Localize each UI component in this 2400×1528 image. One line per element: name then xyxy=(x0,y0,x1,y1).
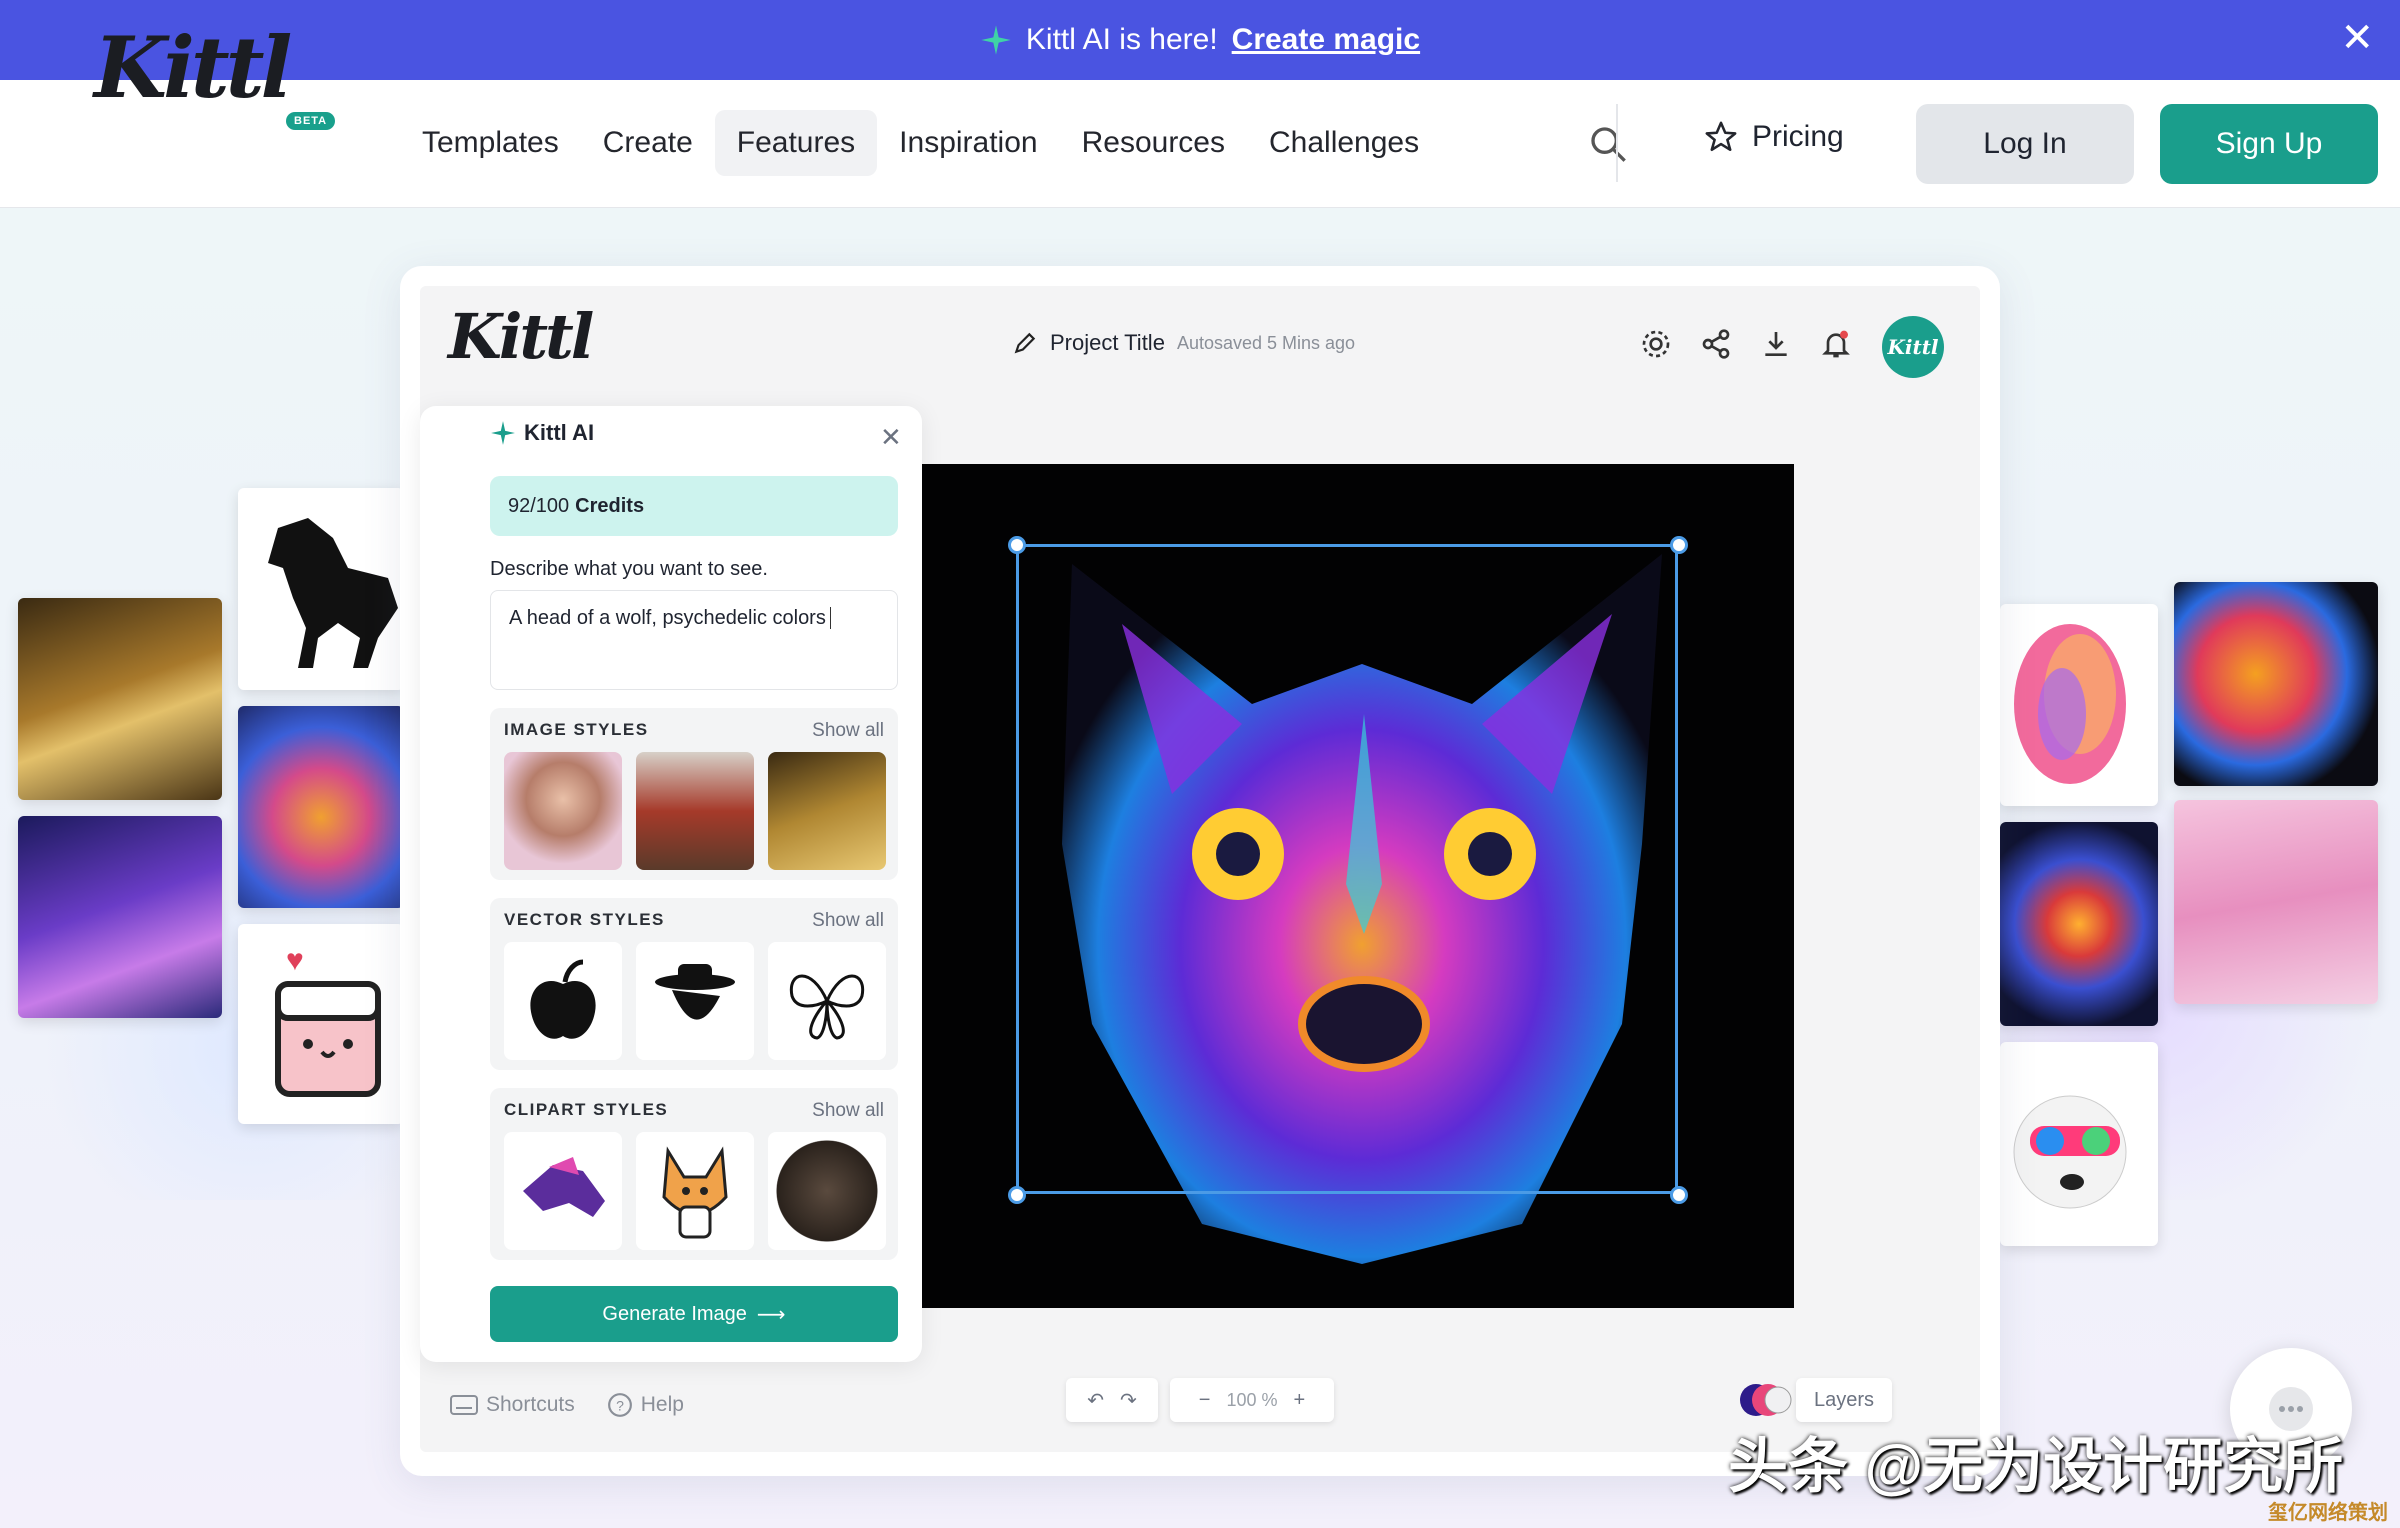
gallery-image-horse-silhouette xyxy=(238,488,404,690)
prompt-text: A head of a wolf, psychedelic colors xyxy=(509,607,826,629)
resize-handle[interactable] xyxy=(1670,536,1688,554)
signup-button[interactable]: Sign Up xyxy=(2160,104,2378,184)
gallery-image-airship xyxy=(18,598,222,800)
vector-styles-section: VECTOR STYLES Show all xyxy=(490,898,898,1070)
credits-value: 92/100 xyxy=(508,494,570,517)
gallery-image-galaxy xyxy=(2000,822,2158,1026)
style-option-cowboy[interactable] xyxy=(636,942,754,1060)
svg-text:?: ? xyxy=(616,1397,624,1413)
keyboard-icon xyxy=(450,1395,478,1415)
zoom-in-icon[interactable]: + xyxy=(1294,1389,1306,1412)
close-icon[interactable]: ✕ xyxy=(880,422,902,453)
gallery-image-lion xyxy=(2174,582,2378,786)
nav-item-templates[interactable]: Templates xyxy=(400,110,581,176)
resize-handle[interactable] xyxy=(1008,1186,1026,1204)
editor-logo[interactable]: Kittl xyxy=(448,300,594,373)
generate-image-button[interactable]: Generate Image ⟶ xyxy=(490,1286,898,1342)
undo-icon[interactable]: ↶ xyxy=(1087,1388,1104,1413)
gallery-image-wolf xyxy=(238,706,404,908)
zoom-out-icon[interactable]: − xyxy=(1199,1389,1211,1412)
gallery-image-3d-shape xyxy=(2000,604,2158,806)
help-button[interactable]: ? Help xyxy=(607,1392,684,1418)
clipart-styles-section: CLIPART STYLES Show all xyxy=(490,1088,898,1260)
watermark: 头条 @无为设计研究所 xyxy=(1728,1433,2344,1500)
panel-header: Kittl AI xyxy=(490,420,594,446)
pricing-link[interactable]: Pricing xyxy=(1704,120,1844,154)
style-option-autumn[interactable] xyxy=(636,752,754,870)
style-option-butterfly[interactable] xyxy=(768,942,886,1060)
style-option-airship[interactable] xyxy=(768,752,886,870)
search-icon[interactable] xyxy=(1588,124,1628,164)
login-button[interactable]: Log In xyxy=(1916,104,2134,184)
pricing-label: Pricing xyxy=(1752,120,1844,153)
style-option-apple[interactable] xyxy=(504,942,622,1060)
gallery-image-panda xyxy=(2000,1042,2158,1246)
style-option-portrait[interactable] xyxy=(504,752,622,870)
show-all-link[interactable]: Show all xyxy=(812,720,884,742)
credits-label: Credits xyxy=(575,494,645,517)
editor-toolbar xyxy=(1640,328,1852,360)
selection-box[interactable] xyxy=(1016,544,1678,1194)
pencil-icon xyxy=(1014,332,1036,354)
star-icon xyxy=(1705,121,1737,152)
gallery-image-pink-woman xyxy=(2174,800,2378,1004)
download-icon[interactable] xyxy=(1760,328,1792,360)
editor-footer: Shortcuts ? Help xyxy=(450,1392,684,1418)
nav-item-resources[interactable]: Resources xyxy=(1060,110,1247,176)
help-label: Help xyxy=(640,1393,684,1416)
beta-badge: BETA xyxy=(286,112,336,130)
layers-button[interactable]: Layers xyxy=(1796,1378,1892,1422)
nav-divider xyxy=(1616,104,1618,182)
undo-redo-group: ↶ ↷ xyxy=(1066,1378,1158,1422)
style-option-bear[interactable] xyxy=(768,1132,886,1250)
svg-text:♥: ♥ xyxy=(286,944,304,977)
help-icon: ? xyxy=(607,1393,632,1417)
prompt-label: Describe what you want to see. xyxy=(490,558,768,580)
section-title: VECTOR STYLES xyxy=(504,910,665,929)
shortcuts-label: Shortcuts xyxy=(486,1393,575,1416)
style-option-horse-clipart[interactable] xyxy=(504,1132,622,1250)
gear-icon[interactable] xyxy=(1640,328,1672,360)
nav-item-create[interactable]: Create xyxy=(581,110,715,176)
zoom-control: − 100 % + xyxy=(1170,1378,1334,1422)
announcement-banner: Kittl AI is here! Create magic xyxy=(0,0,2400,80)
prompt-input[interactable]: A head of a wolf, psychedelic colors xyxy=(490,590,898,690)
arrow-right-icon: ⟶ xyxy=(756,1303,786,1326)
resize-handle[interactable] xyxy=(1670,1186,1688,1204)
kittl-logo[interactable]: Kittl xyxy=(94,18,292,117)
gallery-image-unicorn xyxy=(18,816,222,1018)
resize-handle[interactable] xyxy=(1008,536,1026,554)
avatar[interactable]: Kittl xyxy=(1882,316,1944,378)
share-icon[interactable] xyxy=(1700,328,1732,360)
credits-badge: 92/100 Credits xyxy=(490,476,898,536)
color-mode-toggle[interactable] xyxy=(1736,1380,1792,1420)
show-all-link[interactable]: Show all xyxy=(812,1100,884,1122)
gallery-image-cute-cup: ♥ xyxy=(238,924,404,1124)
section-title: CLIPART STYLES xyxy=(504,1100,669,1119)
style-option-corgi[interactable] xyxy=(636,1132,754,1250)
banner-text: Kittl AI is here! xyxy=(1025,23,1218,56)
bell-icon[interactable] xyxy=(1820,328,1852,360)
create-magic-link[interactable]: Create magic xyxy=(1232,23,1420,57)
corner-watermark: 玺亿网络策划 xyxy=(2268,1502,2388,1524)
sparkle-icon xyxy=(981,25,1011,55)
nav-menu: Templates Create Features Inspiration Re… xyxy=(400,110,1441,176)
autosave-status: Autosaved 5 Mins ago xyxy=(1176,332,1356,353)
section-title: IMAGE STYLES xyxy=(504,720,649,739)
panel-title: Kittl AI xyxy=(524,420,595,445)
project-title-bar[interactable]: Project Title Autosaved 5 Mins ago xyxy=(1012,330,1355,356)
project-title[interactable]: Project Title xyxy=(1050,330,1165,356)
redo-icon[interactable]: ↷ xyxy=(1120,1388,1137,1413)
nav-item-challenges[interactable]: Challenges xyxy=(1247,110,1441,176)
nav-item-inspiration[interactable]: Inspiration xyxy=(877,110,1059,176)
generate-label: Generate Image xyxy=(602,1302,747,1325)
shortcuts-button[interactable]: Shortcuts xyxy=(450,1392,575,1418)
nav-item-features[interactable]: Features xyxy=(714,110,878,176)
image-styles-section: IMAGE STYLES Show all xyxy=(490,708,898,880)
sparkle-icon xyxy=(491,421,515,445)
close-icon[interactable]: ✕ xyxy=(2340,18,2374,58)
show-all-link[interactable]: Show all xyxy=(812,910,884,932)
zoom-level[interactable]: 100 % xyxy=(1226,1390,1277,1411)
